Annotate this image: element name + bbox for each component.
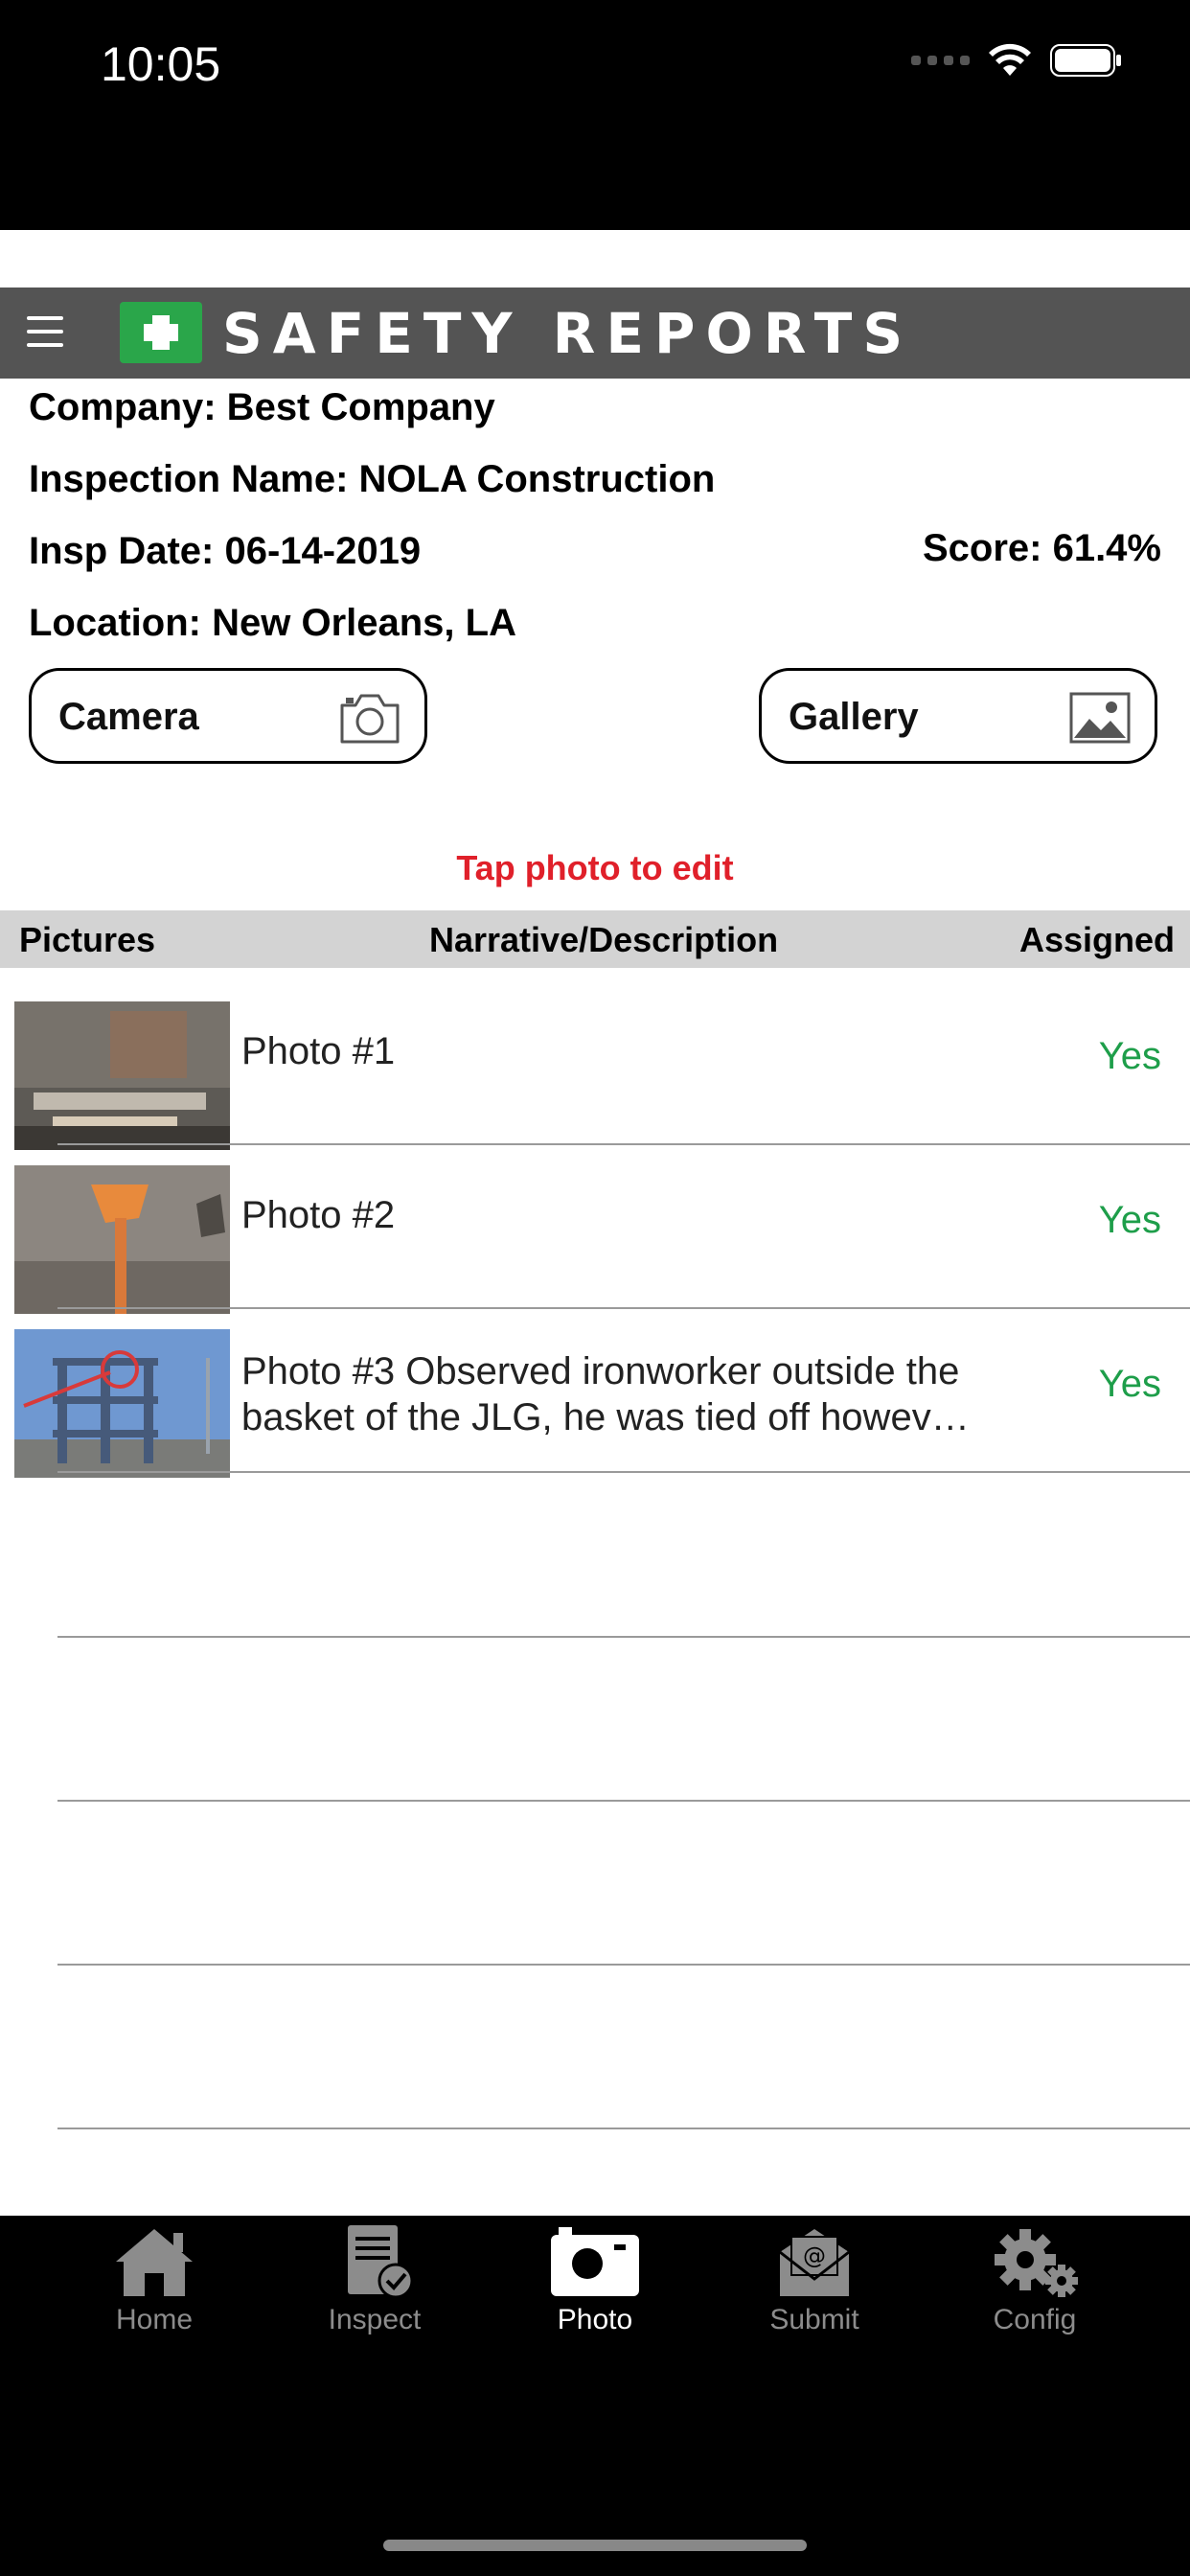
tab-inspect[interactable]: Inspect: [298, 2223, 451, 2348]
home-indicator: [383, 2540, 807, 2551]
app-title: SAFETY REPORTS: [222, 301, 914, 366]
row-divider: [57, 1307, 1190, 1309]
row-divider: [57, 1636, 1190, 1638]
table-header: Pictures Narrative/Description Assigned: [0, 910, 1190, 968]
photo-row[interactable]: Photo #1 Yes: [0, 982, 1190, 1150]
camera-icon: [551, 2227, 639, 2296]
tab-config-label: Config: [993, 2304, 1077, 2335]
home-icon: [116, 2229, 193, 2296]
tab-photo-label: Photo: [557, 2304, 633, 2335]
header-pictures: Pictures: [19, 920, 156, 959]
status-bar: 10:05: [0, 0, 1190, 134]
tab-home[interactable]: Home: [78, 2223, 231, 2348]
row-divider: [57, 1964, 1190, 1966]
status-time: 10:05: [101, 37, 221, 91]
company-label: Company: Best Company: [29, 386, 495, 428]
row-divider: [57, 1143, 1190, 1145]
image-gallery-icon: [1069, 692, 1131, 744]
clipboard-check-icon: [348, 2225, 414, 2299]
photo-thumbnail[interactable]: [14, 1001, 230, 1150]
app-header: SAFETY REPORTS: [0, 288, 1190, 379]
gears-icon: [995, 2229, 1078, 2297]
tap-photo-hint: Tap photo to edit: [456, 848, 734, 887]
battery-icon: [1050, 44, 1121, 77]
row-divider: [57, 1471, 1190, 1473]
gallery-button-label: Gallery: [789, 696, 919, 738]
tab-submit[interactable]: @ Submit: [738, 2223, 891, 2348]
logo-cross-icon: [120, 302, 202, 363]
score-label: Score: 61.4%: [922, 527, 1161, 569]
sheet-top: [0, 230, 1190, 288]
tab-inspect-label: Inspect: [328, 2304, 422, 2335]
header-assigned: Assigned: [1018, 920, 1175, 959]
envelope-icon: @: [779, 2229, 850, 2296]
photo-row[interactable]: Photo #3 Observed ironworker outside the…: [0, 1310, 1190, 1478]
photo-description: Photo #1: [241, 1030, 396, 1072]
row-divider: [57, 1800, 1190, 1802]
svg-text:@: @: [803, 2242, 826, 2269]
tab-home-label: Home: [115, 2304, 194, 2335]
cellular-signal-icon: [911, 56, 970, 65]
camera-button[interactable]: Camera: [29, 668, 427, 764]
photo-description: Photo #2: [241, 1194, 396, 1236]
row-divider: [57, 2128, 1190, 2129]
wifi-icon: [989, 43, 1031, 76]
photo-thumbnail[interactable]: [14, 1329, 230, 1478]
header-description: Narrative/Description: [429, 920, 779, 959]
camera-button-label: Camera: [58, 696, 199, 738]
assigned-status: Yes: [1098, 1035, 1161, 1077]
photo-thumbnail[interactable]: [14, 1165, 230, 1314]
assigned-status: Yes: [1098, 1199, 1161, 1241]
location-label: Location: New Orleans, LA: [29, 602, 516, 644]
inspection-date-label: Insp Date: 06-14-2019: [29, 530, 422, 572]
camera-icon: [340, 694, 400, 744]
status-icons: [911, 43, 1123, 78]
inspection-name-label: Inspection Name: NOLA Construction: [29, 458, 716, 500]
tab-submit-label: Submit: [769, 2304, 859, 2335]
gallery-button[interactable]: Gallery: [759, 668, 1157, 764]
photo-description: Photo #3 Observed ironworker outside the…: [241, 1350, 970, 1438]
assigned-status: Yes: [1098, 1363, 1161, 1405]
tab-config[interactable]: Config: [958, 2223, 1111, 2348]
photo-row[interactable]: Photo #2 Yes: [0, 1146, 1190, 1314]
hamburger-menu-icon[interactable]: [27, 316, 63, 347]
tab-photo[interactable]: Photo: [518, 2223, 672, 2348]
